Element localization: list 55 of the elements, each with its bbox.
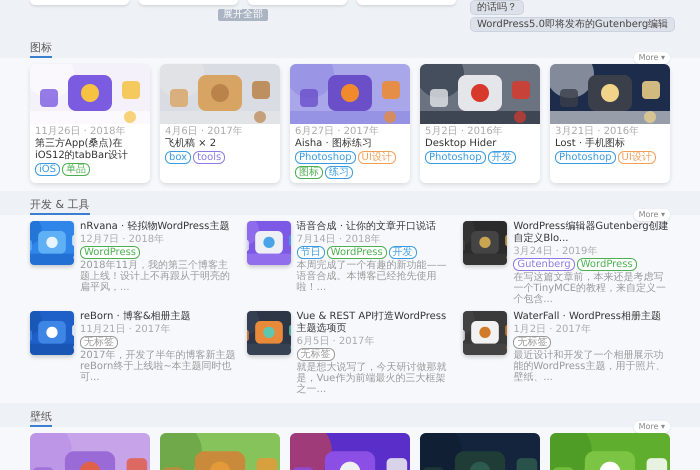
tag-label[interactable]: Gutenberg [513, 258, 575, 271]
post-date: 4月6日 · 2017年 [165, 126, 244, 137]
post-date: 3月24日 · 2019年 [513, 246, 598, 257]
post-date: 11月26日 · 2018年 [35, 126, 126, 137]
tag-label[interactable]: 无标签 [296, 348, 335, 361]
tag-label[interactable]: 练习 [325, 166, 353, 179]
post-title[interactable]: Desktop Hider [425, 138, 535, 150]
tag-label[interactable]: UI设计 [618, 151, 656, 164]
tag-label[interactable]: box [165, 151, 192, 164]
post-title[interactable]: nRvana · 轻拟物WordPress主题 [80, 221, 237, 233]
post-summary: 2018年11月，我的第三个博客主题上线！设计上不再跟从于明亮的扁平风，... [80, 260, 231, 293]
sidebar-item[interactable]: WordPress5.0即将发布的Gutenberg编辑 [470, 17, 676, 32]
post-date: 6月5日 · 2017年 [296, 336, 376, 347]
tag-label[interactable]: 图标 [295, 166, 323, 179]
post-title[interactable]: 语音合成 · 让你的文章开口说话 [296, 221, 454, 233]
more-button[interactable]: More ▾ [634, 421, 670, 433]
tag-label[interactable]: 开发 [488, 151, 516, 164]
tag-label[interactable]: WordPress [576, 258, 637, 271]
post-title[interactable]: WaterFall · WordPress相册主题 [513, 311, 670, 323]
tag-label[interactable]: Photoshop [425, 151, 486, 164]
post-title[interactable]: Vue & REST API打造WordPress主题选项页 [296, 311, 454, 335]
expand-button[interactable]: 展开全部 [218, 9, 268, 21]
tag-label[interactable]: 节日 [296, 246, 325, 259]
post-date: 7月14日 · 2018年 [296, 234, 382, 245]
post-summary: 本周完成了一个有趣的新功能——语音合成。本博客已经抢先使用啦！... [296, 260, 448, 293]
post-date: 1月2日 · 2017年 [513, 324, 592, 335]
tag-label[interactable]: Photoshop [555, 151, 616, 164]
post-title[interactable]: Aisha · 图标练习 [295, 138, 405, 150]
post-summary: 在写这篇文章前，本来还是考虑写一个TinyMCE的教程，来自定义一个包含... [513, 272, 668, 305]
post-summary: 最近设计和开发了一个相册展示功能的WordPress主题，用于照片、壁纸、... [513, 350, 666, 383]
post-title[interactable]: 第三方App(桑点)在iOS12的tabBar设计 [35, 138, 145, 162]
post-title[interactable]: reBorn · 博客&相册主题 [80, 311, 237, 323]
tag-label[interactable]: UI设计 [358, 151, 396, 164]
post-date: 3月21日 · 2016年 [555, 126, 640, 137]
tag-label[interactable]: 无标签 [513, 336, 552, 349]
post-summary: 就是想大说写了，今天研讨做那就是，Vue作为前端最火的三大框架之一... [296, 362, 448, 395]
post-date: 5月2日 · 2016年 [425, 126, 504, 137]
more-button[interactable]: More ▾ [634, 52, 670, 64]
tag-label[interactable]: iOS [35, 163, 60, 176]
tag-label[interactable]: tools [193, 151, 226, 164]
tag-label[interactable]: 无标签 [80, 336, 118, 349]
post-date: 6月27日 · 2017年 [295, 126, 380, 137]
sidebar-item[interactable]: 的话吗？ [470, 0, 524, 15]
post-date: 12月7日 · 2018年 [80, 234, 166, 245]
tag-label[interactable]: 单品 [62, 163, 90, 176]
more-button[interactable]: More ▾ [634, 209, 670, 221]
tag-label[interactable]: WordPress [80, 246, 140, 259]
post-title[interactable]: Lost · 手机图标 [555, 138, 665, 150]
post-title[interactable]: WordPress编辑器Gutenberg创建自定义Blo... [513, 221, 670, 245]
post-summary: 2017年，开发了半年的博客新主题reBorn终于上线啦~本主题同时也可... [80, 350, 236, 383]
tag-label[interactable]: 开发 [388, 246, 417, 259]
post-title[interactable]: 飞机稿 × 2 [165, 138, 275, 150]
post-date: 11月21日 · 2017年 [80, 324, 172, 335]
tag-label[interactable]: Photoshop [295, 151, 356, 164]
tag-label[interactable]: WordPress [326, 246, 387, 259]
